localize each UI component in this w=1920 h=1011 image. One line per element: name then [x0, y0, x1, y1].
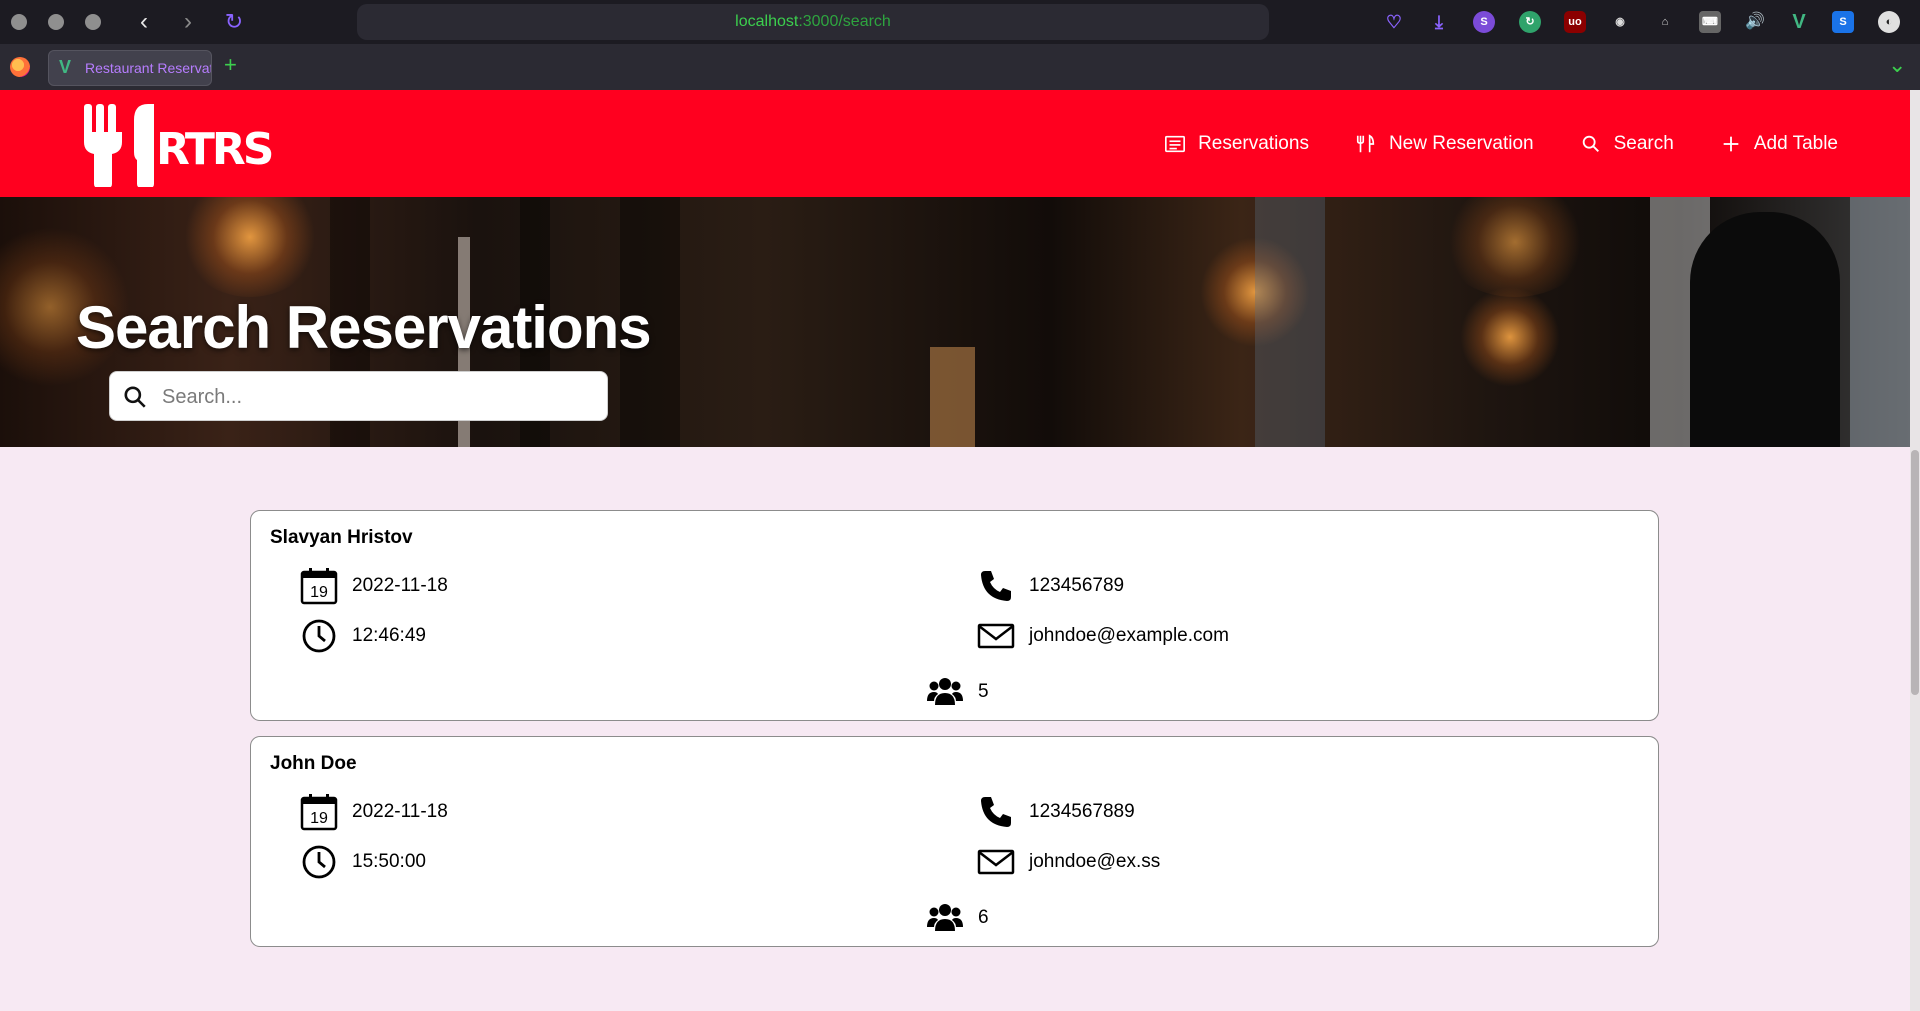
reservation-date: 2022-11-18	[352, 575, 448, 596]
nav-search[interactable]: Search	[1580, 133, 1674, 155]
nav-search-label: Search	[1613, 132, 1674, 154]
email-field: johndoe@ex.ss	[977, 843, 1160, 881]
phone-icon	[981, 571, 1011, 601]
search-icon	[124, 386, 146, 408]
calendar-icon: 19	[300, 568, 338, 605]
fork-knife-icon	[1356, 133, 1375, 152]
clock-icon	[302, 845, 336, 879]
vue-devtools-icon[interactable]: V	[1788, 11, 1810, 33]
back-icon[interactable]: ‹	[130, 8, 158, 36]
window-minimize-dot[interactable]	[48, 14, 64, 30]
search-input[interactable]	[160, 372, 604, 422]
reservation-date: 2022-11-18	[352, 801, 448, 822]
guest-count: 6	[978, 907, 989, 928]
tab-list-chevron-icon[interactable]: ⌄	[1888, 52, 1906, 78]
email-address: johndoe@example.com	[1029, 625, 1229, 646]
reload-icon[interactable]: ↻	[220, 8, 248, 36]
nav-reservations-label: Reservations	[1198, 132, 1309, 154]
reservation-time: 15:50:00	[352, 851, 426, 872]
app-header: RTRS Reservations New Reservation Search…	[0, 90, 1910, 197]
extension-keyboard-icon[interactable]: ⌨	[1699, 11, 1721, 33]
guests-field: 5	[926, 673, 989, 711]
url-path: :3000/search	[798, 13, 891, 30]
guests-field: 6	[926, 899, 989, 937]
extension-hat-icon[interactable]: ⌂	[1654, 11, 1676, 33]
nav-add-table-label: Add Table	[1753, 132, 1838, 154]
extension-sync-icon[interactable]: ↻	[1519, 11, 1541, 33]
nav-new-reservation[interactable]: New Reservation	[1355, 133, 1534, 155]
list-icon	[1165, 135, 1186, 152]
envelope-icon	[977, 623, 1015, 649]
volume-icon[interactable]: 🔊	[1744, 11, 1766, 33]
rtrs-logo[interactable]: RTRS	[82, 102, 292, 187]
phone-number: 1234567889	[1029, 801, 1135, 822]
firefox-icon	[10, 57, 30, 77]
vue-favicon-icon: V	[59, 57, 72, 77]
calendar-day: 19	[310, 810, 328, 827]
scrollbar-thumb[interactable]	[1911, 450, 1919, 695]
tab-restaurant-reservations[interactable]: V Restaurant Reservations	[48, 50, 212, 86]
envelope-icon	[977, 849, 1015, 875]
email-field: johndoe@example.com	[977, 617, 1229, 655]
people-group-icon	[927, 678, 963, 705]
guest-count: 5	[978, 681, 989, 702]
forward-icon[interactable]: ›	[174, 8, 202, 36]
reservation-card[interactable]: John Doe 19 2022-11-18 15:50:00 12345678…	[250, 736, 1659, 947]
window-maximize-dot[interactable]	[85, 14, 101, 30]
time-field: 12:46:49	[300, 617, 426, 655]
extension-s-icon[interactable]: S	[1473, 11, 1495, 33]
new-tab-button[interactable]: +	[224, 54, 237, 76]
plus-icon	[1723, 136, 1739, 151]
nav-new-reservation-label: New Reservation	[1388, 132, 1534, 154]
ublock-icon[interactable]: uo	[1564, 11, 1586, 33]
main-nav: Reservations New Reservation Search Add …	[1164, 90, 1838, 197]
browser-toolbar: ‹ › ↻ localhost:3000/search ♡ ⤓ S ↻ uo ◉…	[0, 0, 1920, 44]
account-icon[interactable]: ◐	[1878, 11, 1900, 33]
phone-icon	[981, 797, 1011, 827]
clock-icon	[302, 619, 336, 653]
page-title: Search Reservations	[76, 294, 652, 361]
tab-strip: V Restaurant Reservations + ⌄	[0, 44, 1920, 90]
url-host: localhost	[735, 13, 799, 30]
date-field: 19 2022-11-18	[300, 793, 448, 831]
calendar-icon: 19	[300, 794, 338, 831]
phone-number: 123456789	[1029, 575, 1125, 596]
reservation-time: 12:46:49	[352, 625, 426, 646]
logo-text: RTRS	[156, 124, 272, 175]
address-bar[interactable]: localhost:3000/search	[357, 4, 1269, 40]
guest-name: John Doe	[270, 753, 357, 774]
extension-blue-s-icon[interactable]: S	[1832, 11, 1854, 33]
phone-field: 123456789	[977, 567, 1124, 605]
nav-reservations[interactable]: Reservations	[1164, 133, 1309, 155]
phone-field: 1234567889	[977, 793, 1135, 831]
time-field: 15:50:00	[300, 843, 426, 881]
nav-add-table[interactable]: Add Table	[1720, 133, 1838, 155]
download-icon[interactable]: ⤓	[1428, 11, 1450, 33]
reservation-card[interactable]: Slavyan Hristov 19 2022-11-18 12:46:49 1…	[250, 510, 1659, 721]
people-group-icon	[927, 904, 963, 931]
search-bar[interactable]	[109, 371, 608, 422]
tab-title: Restaurant Reservations	[85, 60, 211, 76]
guest-name: Slavyan Hristov	[270, 527, 413, 548]
pocket-icon[interactable]: ♡	[1383, 11, 1405, 33]
calendar-day: 19	[310, 584, 328, 601]
window-close-dot[interactable]	[11, 14, 27, 30]
date-field: 19 2022-11-18	[300, 567, 448, 605]
extension-glasses-icon[interactable]: ◉	[1609, 11, 1631, 33]
search-icon	[1582, 135, 1599, 152]
email-address: johndoe@ex.ss	[1029, 851, 1161, 872]
